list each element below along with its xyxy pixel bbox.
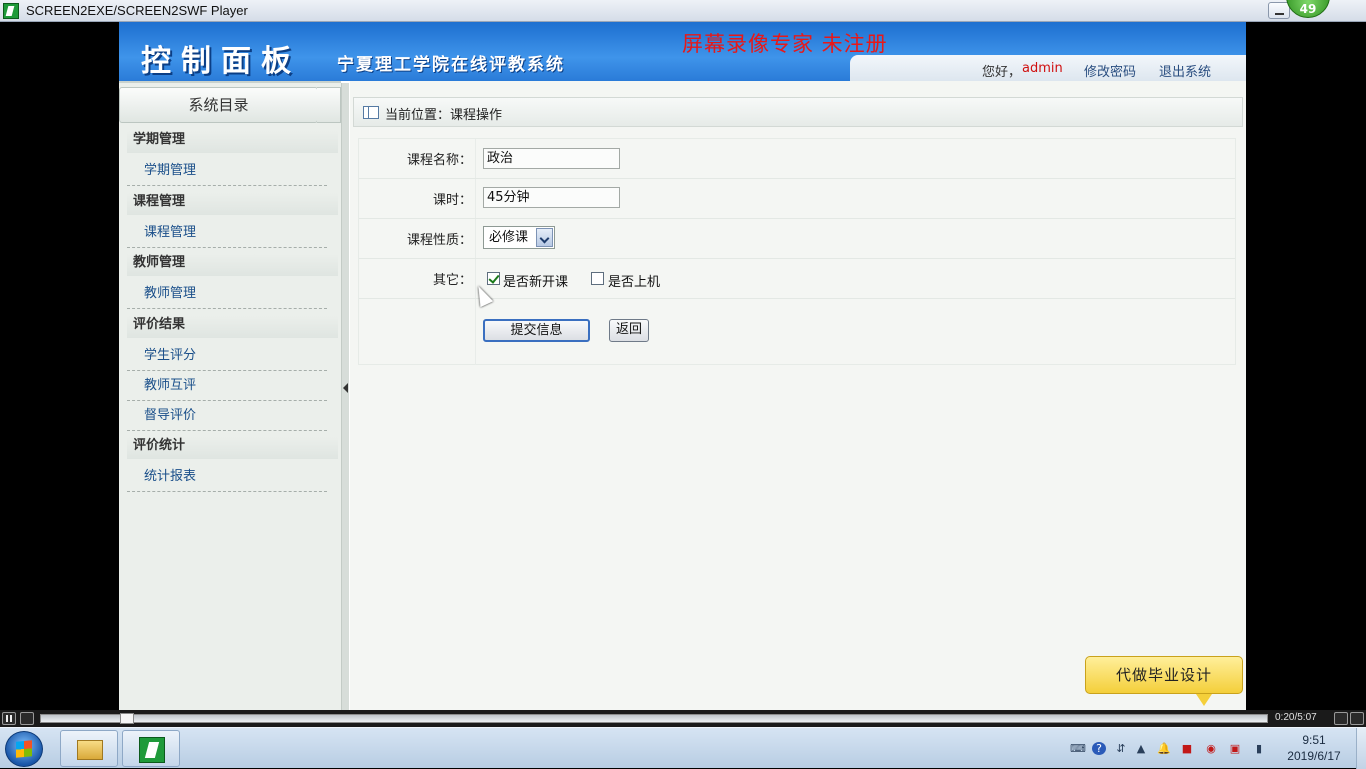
security-icon[interactable]: ■ <box>1180 742 1194 755</box>
web-page: 控制面板 宁夏理工学院在线评教系统 屏幕录像专家 未注册 您好， admin 修… <box>119 22 1246 710</box>
show-desktop-button[interactable] <box>1356 728 1366 769</box>
form-row-course-type: 课程性质： 必修课 <box>359 219 1235 259</box>
breadcrumb-text: 当前位置：课程操作 <box>385 108 503 123</box>
info-icon[interactable] <box>1350 712 1364 725</box>
sidebar-item-report[interactable]: 统计报表 <box>127 466 327 492</box>
counter-badge[interactable]: 49 <box>1286 0 1330 18</box>
system-name: 宁夏理工学院在线评教系统 <box>337 55 565 75</box>
sidebar-item-student-score[interactable]: 学生评分 <box>127 345 327 371</box>
keyboard-icon[interactable]: ⌨ <box>1070 742 1086 755</box>
main-content: 当前位置：课程操作 课程名称： 政治 课时： 45分钟 课程性质： 必修课 其它… <box>350 81 1246 710</box>
hours-input[interactable]: 45分钟 <box>483 187 620 208</box>
submit-button[interactable]: 提交信息 <box>483 319 590 342</box>
show-hidden-icons-icon[interactable]: ▲ <box>1134 742 1148 755</box>
signal-icon[interactable]: ▮ <box>1252 742 1266 755</box>
sidebar-item-course-manage[interactable]: 课程管理 <box>127 222 327 248</box>
recorder-watermark: 屏幕录像专家 未注册 <box>682 32 888 56</box>
sidebar-title: 系统目录 <box>119 87 318 123</box>
lab-checkbox[interactable] <box>591 272 604 285</box>
new-course-checkbox[interactable] <box>487 272 500 285</box>
player-app-icon <box>3 3 19 19</box>
sidebar-item-supervisor-review[interactable]: 督导评价 <box>127 405 327 431</box>
window-title: SCREEN2EXE/SCREEN2SWF Player <box>26 3 248 18</box>
chevron-down-icon <box>536 228 553 247</box>
username-text: admin <box>1022 61 1063 76</box>
help-icon[interactable]: ? <box>1092 742 1106 755</box>
greeting-text: 您好， <box>982 65 1022 80</box>
breadcrumb: 当前位置：课程操作 <box>353 97 1243 127</box>
window-layout-icon <box>363 106 379 119</box>
sidebar: 系统目录 学期管理 学期管理 课程管理 课程管理 教师管理 教师管理 评价结果 … <box>119 81 341 710</box>
course-type-label: 课程性质： <box>406 233 472 248</box>
sidebar-group-results: 评价结果 <box>127 316 338 338</box>
lab-label: 是否上机 <box>608 275 661 290</box>
taskbar-player[interactable] <box>122 730 180 767</box>
system-clock[interactable]: 9:51 2019/6/17 <box>1283 732 1345 764</box>
course-name-label: 课程名称： <box>406 153 472 168</box>
sidebar-item-semester-manage[interactable]: 学期管理 <box>127 160 327 186</box>
sidebar-item-teacher-manage[interactable]: 教师管理 <box>127 283 327 309</box>
sidebar-item-peer-review[interactable]: 教师互评 <box>127 375 327 401</box>
logout-link[interactable]: 退出系统 <box>1159 61 1211 80</box>
back-button[interactable]: 返回 <box>609 319 649 342</box>
taskbar-explorer[interactable] <box>60 730 118 767</box>
course-type-value: 必修课 <box>489 230 529 245</box>
page-header: 控制面板 宁夏理工学院在线评教系统 屏幕录像专家 未注册 您好， admin 修… <box>119 22 1246 81</box>
sidebar-group-semester: 学期管理 <box>127 131 338 153</box>
options-icon[interactable] <box>20 712 34 725</box>
seek-bar[interactable] <box>40 713 1268 724</box>
sidebar-toggle[interactable] <box>341 83 349 710</box>
pause-icon[interactable] <box>2 712 16 725</box>
sidebar-title-tab <box>317 87 341 123</box>
form-row-actions: 提交信息 返回 <box>359 299 1235 365</box>
taskbar: ⌨ ? ⇵ ▲ 🔔 ■ ◉ ▣ ▮ 9:51 2019/6/17 <box>0 727 1366 769</box>
sidebar-group-teacher: 教师管理 <box>127 254 338 276</box>
seek-handle[interactable] <box>120 713 134 724</box>
collapse-arrow-icon <box>343 383 348 393</box>
sidebar-group-statistics: 评价统计 <box>127 437 338 459</box>
playback-time: 0:20/5:07 <box>1275 712 1317 723</box>
network-error-icon[interactable]: ▣ <box>1228 742 1242 755</box>
other-label: 其它： <box>432 273 472 288</box>
minimize-button[interactable] <box>1268 2 1290 19</box>
clock-time: 9:51 <box>1302 733 1326 747</box>
form-row-other: 其它： 是否新开课 是否上机 <box>359 259 1235 299</box>
folder-icon <box>77 740 103 760</box>
course-type-select[interactable]: 必修课 <box>483 226 555 249</box>
course-name-input[interactable]: 政治 <box>483 148 620 169</box>
new-course-label: 是否新开课 <box>503 275 569 290</box>
change-password-link[interactable]: 修改密码 <box>1084 61 1136 80</box>
promo-bubble[interactable]: 代做毕业设计 <box>1085 656 1243 706</box>
start-button[interactable] <box>5 731 43 767</box>
form-row-hours: 课时： 45分钟 <box>359 179 1235 219</box>
control-panel-title: 控制面板 <box>141 44 301 79</box>
clock-date: 2019/6/17 <box>1287 749 1341 763</box>
sidebar-group-course: 课程管理 <box>127 193 338 215</box>
course-form: 课程名称： 政治 课时： 45分钟 课程性质： 必修课 其它： 是否新开课 是否… <box>358 138 1236 365</box>
tray-arrows-icon[interactable]: ⇵ <box>1114 742 1128 755</box>
player-controls: 0:20/5:07 <box>0 710 1366 727</box>
hours-label: 课时： <box>432 193 472 208</box>
fullscreen-icon[interactable] <box>1334 712 1348 725</box>
player-title-bar: SCREEN2EXE/SCREEN2SWF Player 49 <box>0 0 1366 22</box>
player-app-icon <box>139 737 165 763</box>
volume-muted-icon[interactable]: ◉ <box>1204 742 1218 755</box>
user-bar: 您好， admin 修改密码 退出系统 <box>850 55 1246 81</box>
notification-icon[interactable]: 🔔 <box>1157 742 1171 755</box>
form-row-course-name: 课程名称： 政治 <box>359 139 1235 179</box>
